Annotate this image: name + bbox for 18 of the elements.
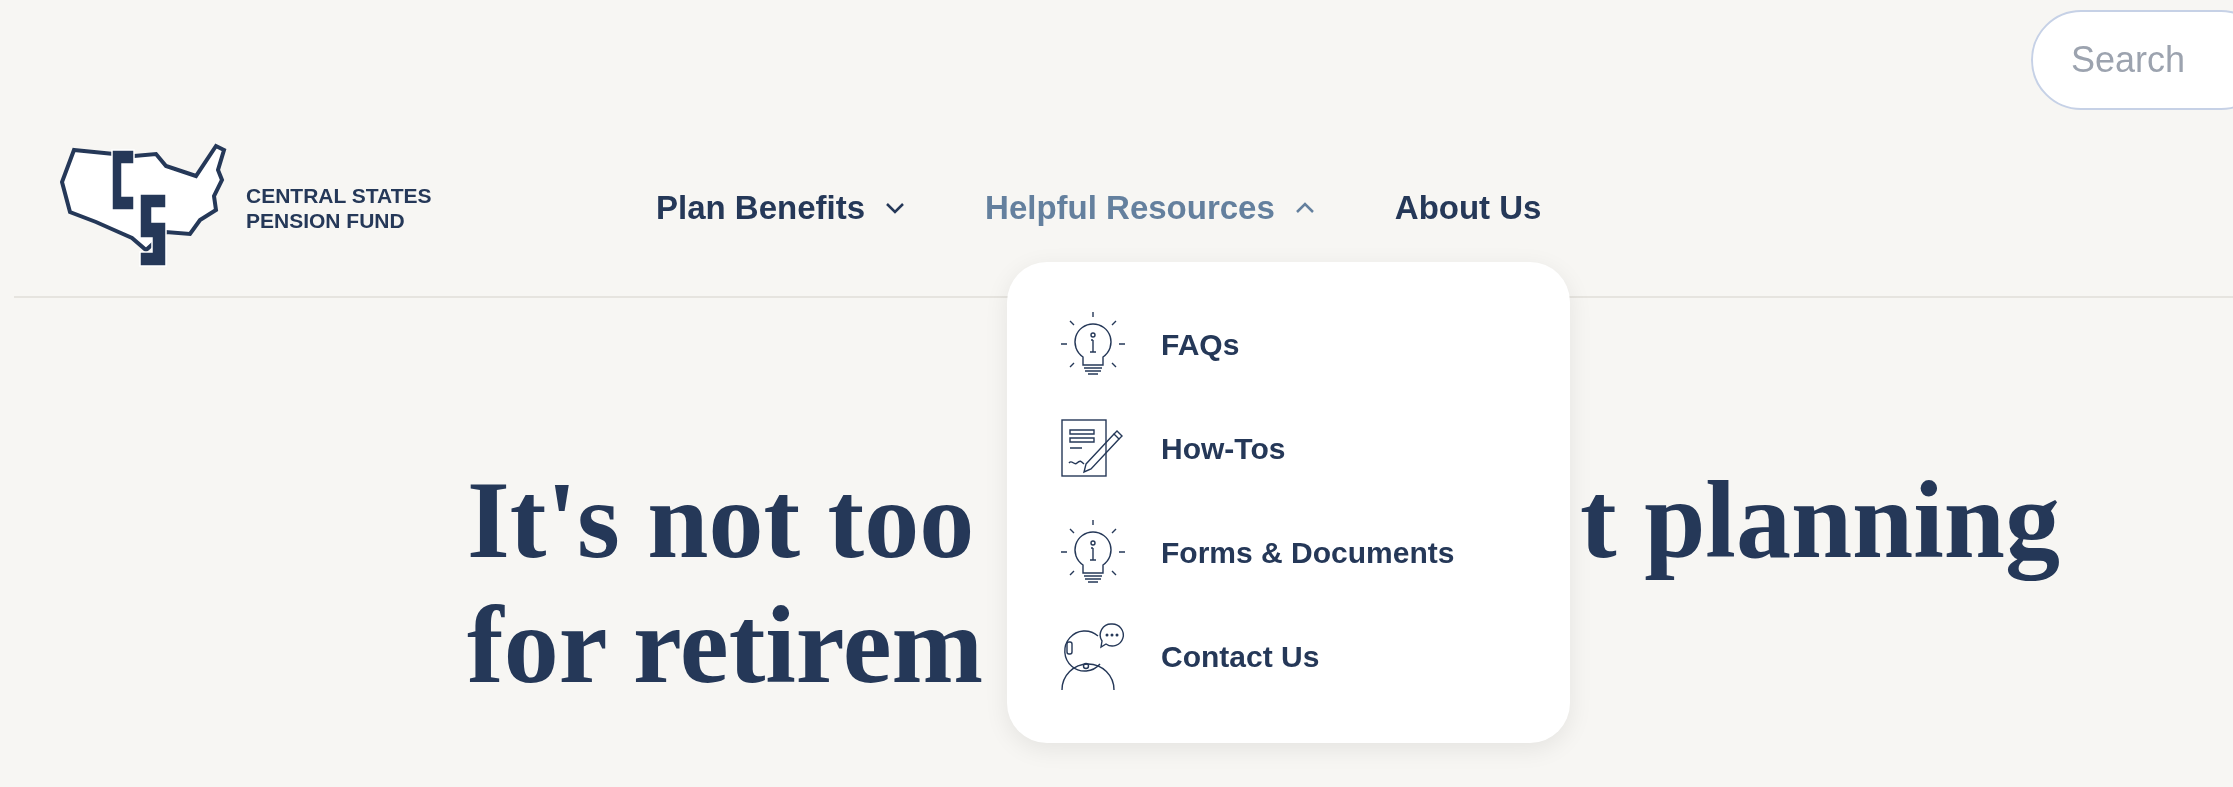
logo-text: PENSION FUND — [246, 208, 406, 233]
lightbulb-icon — [1060, 519, 1126, 585]
logo-text: CENTRAL STATES — [246, 183, 432, 208]
support-agent-icon — [1060, 622, 1126, 690]
menu-item[interactable]: Contact Us — [1059, 622, 1570, 690]
headline-text: It's not too — [467, 458, 975, 583]
nav-link[interactable]: Helpful Resources — [985, 183, 1315, 233]
chevron-down-icon — [885, 202, 906, 214]
chevron-up-icon — [1294, 202, 1315, 214]
lightbulb-icon — [1060, 311, 1126, 377]
menu-item[interactable]: Forms & Documents — [1059, 518, 1570, 586]
menu-item[interactable]: How-Tos — [1059, 414, 1570, 482]
nav-link[interactable]: About Us — [1394, 183, 1542, 233]
headline-text: t planning — [1580, 458, 2060, 583]
nav-link[interactable]: Plan Benefits — [656, 183, 906, 233]
search-field[interactable]: Search — [2031, 10, 2233, 110]
headline-text: for retirem — [467, 583, 984, 708]
menu-item[interactable]: FAQs — [1059, 310, 1570, 378]
